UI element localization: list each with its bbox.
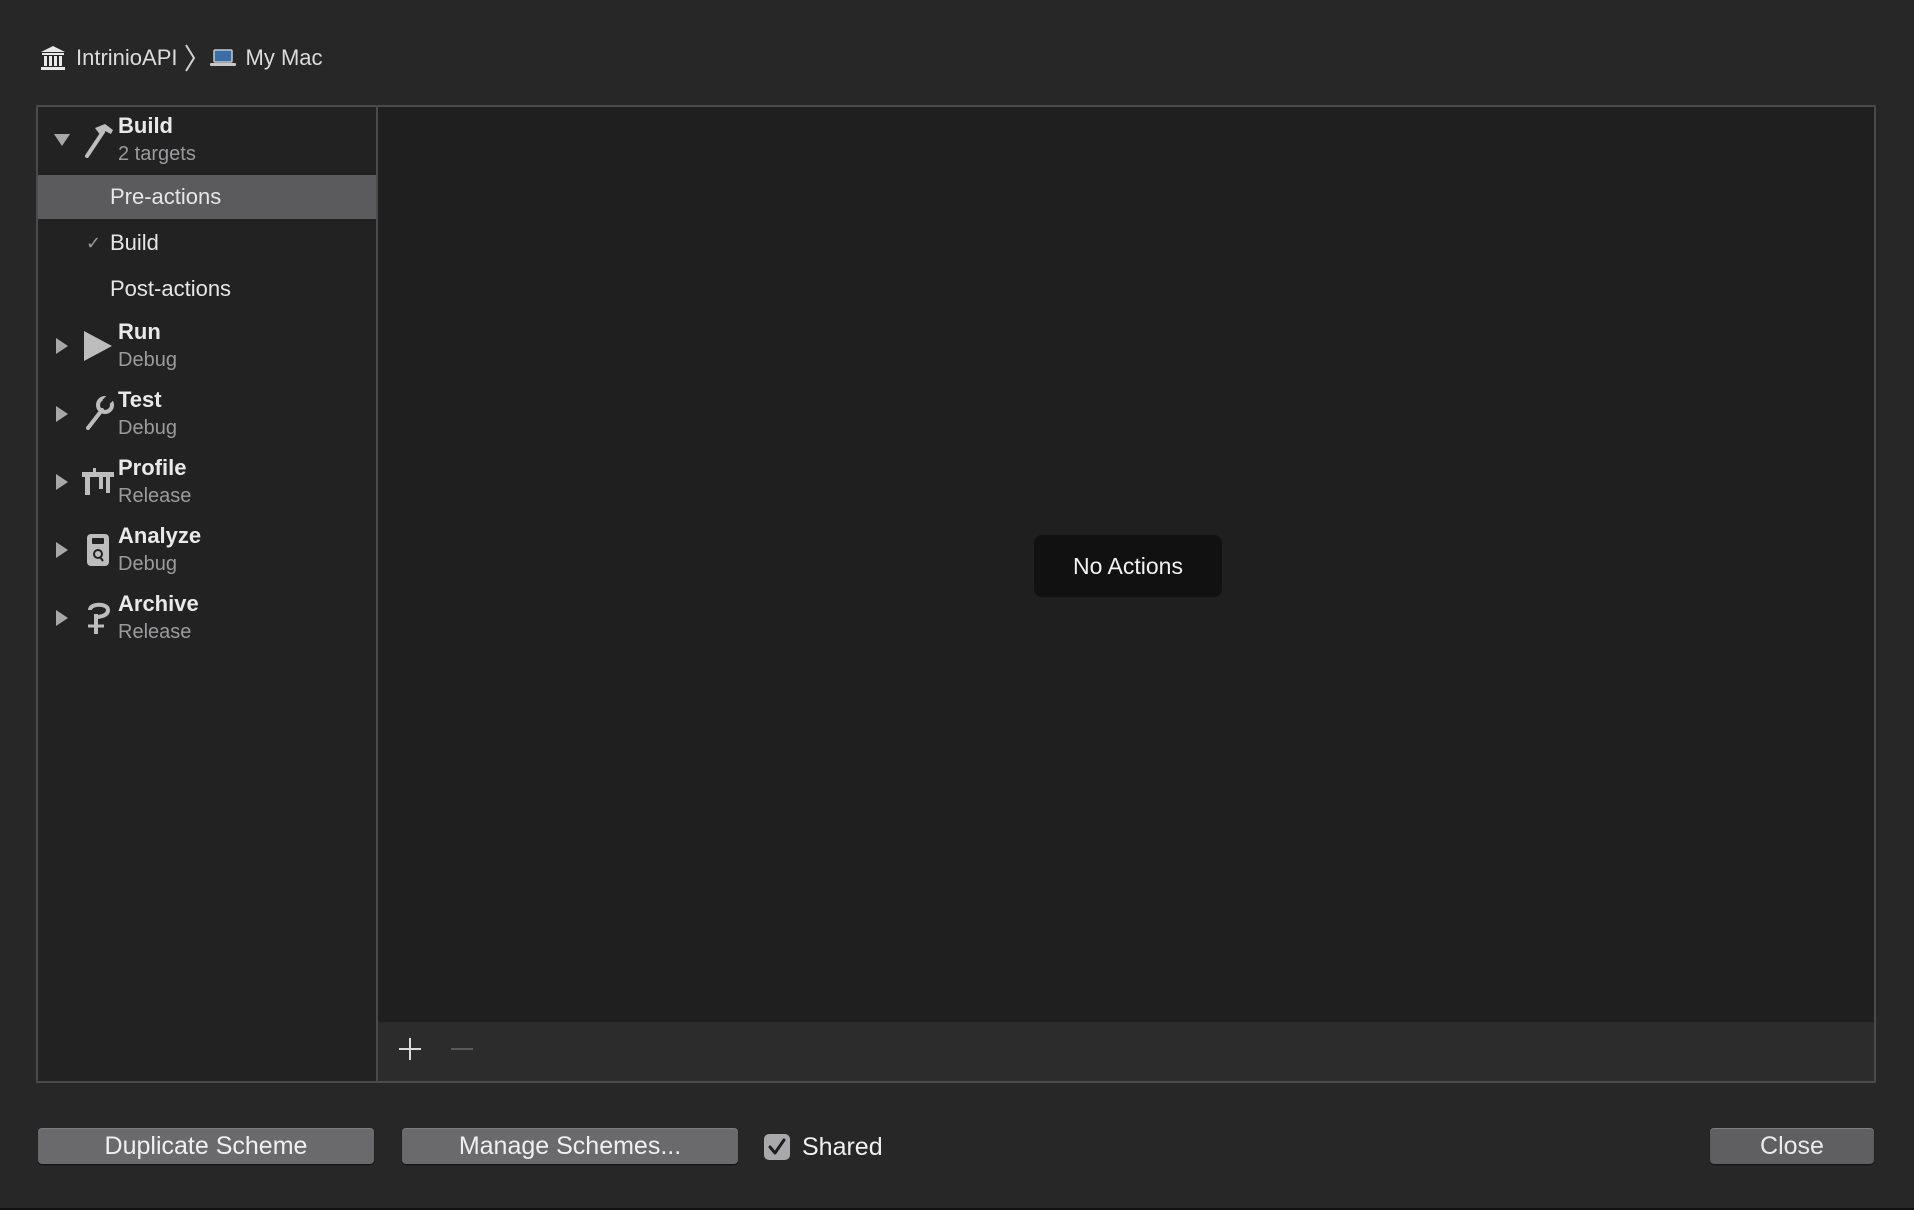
sidebar-group-subtitle: Debug bbox=[118, 553, 177, 575]
sidebar-group-build[interactable]: Build 2 targets bbox=[38, 107, 376, 173]
breadcrumb-project[interactable]: IntrinioAPI bbox=[38, 43, 178, 73]
add-action-button[interactable] bbox=[392, 1033, 428, 1069]
sidebar-group-title: Test bbox=[118, 387, 162, 412]
sidebar-group-title: Archive bbox=[118, 591, 199, 616]
disclosure-collapsed-icon[interactable] bbox=[52, 404, 72, 424]
archive-icon bbox=[78, 598, 118, 638]
sidebar-item-label: Post-actions bbox=[110, 276, 232, 301]
play-icon bbox=[78, 326, 118, 366]
remove-action-button[interactable] bbox=[444, 1033, 480, 1069]
breadcrumb-destination[interactable]: My Mac bbox=[208, 43, 323, 73]
disclosure-collapsed-icon[interactable] bbox=[52, 472, 72, 492]
minus-icon bbox=[449, 1036, 475, 1067]
sidebar-group-subtitle: Release bbox=[118, 621, 192, 643]
sidebar-item-pre-actions[interactable]: Pre-actions bbox=[38, 175, 376, 219]
sidebar-group-title: Profile bbox=[118, 455, 187, 480]
actions-footer-bar bbox=[378, 1022, 1874, 1081]
sidebar-group-subtitle: Release bbox=[118, 485, 192, 507]
sidebar-group-title: Build bbox=[118, 113, 173, 138]
shared-checkbox[interactable]: Shared bbox=[764, 1130, 883, 1164]
scheme-editor-panel: Build 2 targets Pre-actions ✓ Build Post… bbox=[36, 105, 1876, 1083]
wrench-icon bbox=[78, 394, 118, 434]
plus-icon bbox=[397, 1036, 423, 1067]
disclosure-collapsed-icon[interactable] bbox=[52, 336, 72, 356]
breadcrumb-project-label: IntrinioAPI bbox=[76, 45, 178, 70]
sidebar-group-test[interactable]: Test Debug bbox=[38, 381, 376, 447]
checkbox-checked-icon[interactable] bbox=[764, 1134, 790, 1160]
laptop-icon bbox=[208, 43, 238, 73]
disclosure-collapsed-icon[interactable] bbox=[52, 608, 72, 628]
sidebar-group-subtitle: Debug bbox=[118, 349, 177, 371]
scheme-editor-window: IntrinioAPI My Mac Build 2 targets Pre-a… bbox=[0, 0, 1914, 1210]
manage-schemes-button[interactable]: Manage Schemes... bbox=[402, 1128, 738, 1164]
hammer-icon bbox=[78, 120, 118, 160]
sidebar-group-archive[interactable]: Archive Release bbox=[38, 585, 376, 651]
chevron-right-icon bbox=[184, 43, 198, 73]
actions-content-area: No Actions bbox=[378, 107, 1874, 1081]
breadcrumb: IntrinioAPI My Mac bbox=[38, 40, 323, 76]
breadcrumb-destination-label: My Mac bbox=[245, 45, 323, 70]
disclosure-expanded-icon[interactable] bbox=[52, 130, 72, 150]
sidebar-group-subtitle: 2 targets bbox=[118, 143, 196, 165]
scheme-action-sidebar: Build 2 targets Pre-actions ✓ Build Post… bbox=[38, 107, 378, 1081]
disclosure-collapsed-icon[interactable] bbox=[52, 540, 72, 560]
sidebar-group-title: Run bbox=[118, 319, 161, 344]
duplicate-scheme-button[interactable]: Duplicate Scheme bbox=[38, 1128, 374, 1164]
sidebar-group-subtitle: Debug bbox=[118, 417, 177, 439]
project-building-icon bbox=[38, 43, 68, 73]
sidebar-group-run[interactable]: Run Debug bbox=[38, 313, 376, 379]
sidebar-group-title: Analyze bbox=[118, 523, 202, 548]
sidebar-group-analyze[interactable]: Analyze Debug bbox=[38, 517, 376, 583]
close-button[interactable]: Close bbox=[1710, 1128, 1874, 1164]
sidebar-group-profile[interactable]: Profile Release bbox=[38, 449, 376, 515]
sidebar-item-label: Build bbox=[110, 230, 159, 255]
analyze-icon bbox=[78, 530, 118, 570]
sidebar-item-post-actions[interactable]: Post-actions bbox=[38, 267, 376, 311]
checkmark-icon: ✓ bbox=[86, 232, 102, 253]
empty-state-message: No Actions bbox=[1034, 535, 1222, 597]
sidebar-item-label: Pre-actions bbox=[110, 184, 222, 209]
sidebar-item-build[interactable]: ✓ Build bbox=[38, 221, 376, 265]
shared-label: Shared bbox=[802, 1132, 883, 1161]
caliper-icon bbox=[78, 462, 118, 502]
